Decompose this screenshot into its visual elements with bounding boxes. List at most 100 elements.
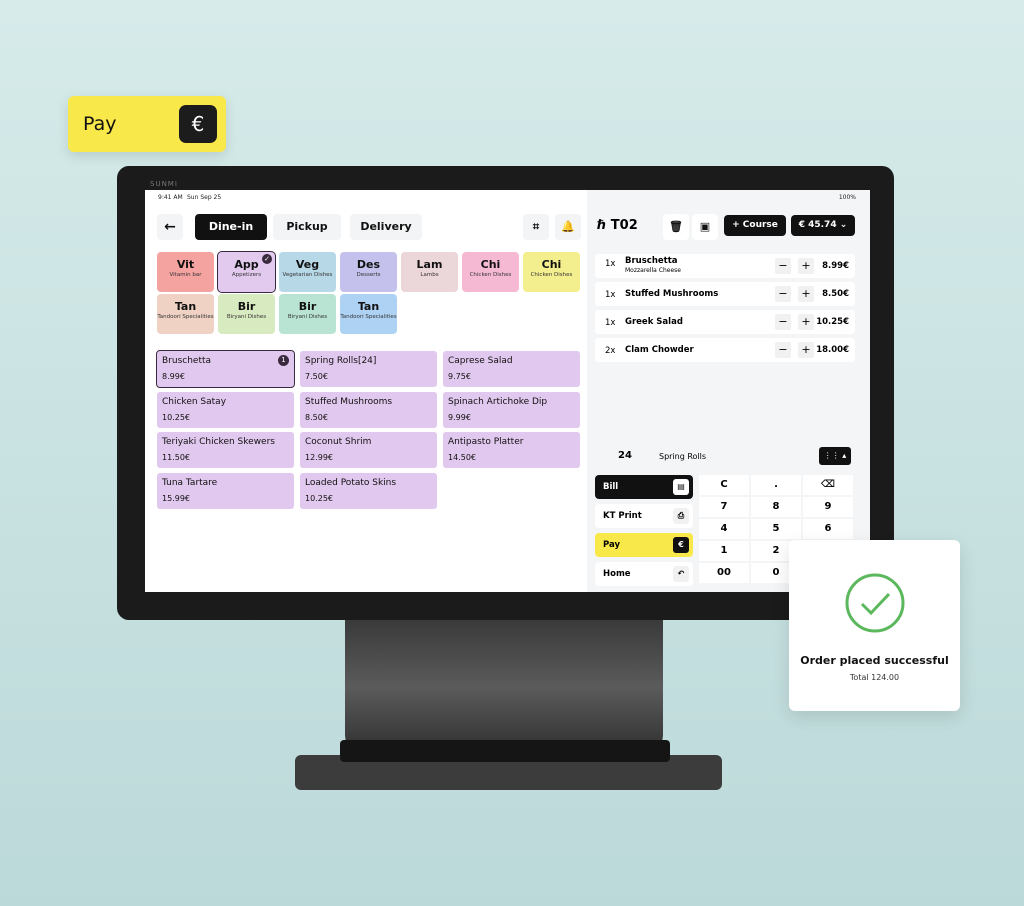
- keypad-key[interactable]: ⌫: [803, 475, 853, 495]
- category-name: Appetizers: [231, 272, 262, 278]
- increase-button[interactable]: +: [798, 258, 814, 274]
- menu-item-name: Bruschetta: [162, 356, 212, 366]
- category-tile[interactable]: Tan Tandoori Specialities: [340, 294, 397, 334]
- keypad-key[interactable]: 9: [803, 497, 853, 517]
- action-label: Bill: [603, 482, 619, 492]
- menu-item[interactable]: Coconut Shrim 12.99€: [300, 432, 437, 468]
- line-name: Clam Chowder: [625, 345, 694, 355]
- category-abbr: Tan: [357, 300, 380, 313]
- category-name: Tandoori Specialities: [157, 314, 214, 320]
- decrease-button[interactable]: −: [775, 286, 791, 302]
- increase-button[interactable]: +: [798, 342, 814, 358]
- increase-button[interactable]: +: [798, 314, 814, 330]
- menu-item[interactable]: Caprese Salad 9.75€: [443, 351, 580, 387]
- increase-button[interactable]: +: [798, 286, 814, 302]
- decrease-button[interactable]: −: [775, 314, 791, 330]
- menu-item[interactable]: Antipasto Platter 14.50€: [443, 432, 580, 468]
- category-name: Chicken Dishes: [469, 272, 512, 278]
- back-button[interactable]: ←: [157, 214, 183, 240]
- decrease-button[interactable]: −: [775, 258, 791, 274]
- order-line[interactable]: 2x Clam Chowder − +18.00€: [595, 338, 855, 362]
- line-qty: 1x: [605, 318, 616, 328]
- category-name: Vitamin bar: [169, 272, 202, 278]
- menu-item-name: Spring Rolls[24]: [305, 356, 377, 366]
- menu-item-name: Tuna Tartare: [162, 477, 218, 488]
- keypad-key[interactable]: 7: [699, 497, 749, 517]
- category-tile[interactable]: App Appetizers ✓: [217, 251, 276, 293]
- quantity-input[interactable]: 24: [599, 446, 651, 466]
- category-tile[interactable]: Chi Chicken Dishes: [462, 252, 519, 292]
- decrease-button[interactable]: −: [775, 342, 791, 358]
- keypad-key[interactable]: 1: [699, 541, 749, 561]
- status-time: 9:41 AM: [158, 194, 183, 201]
- menu-item[interactable]: Chicken Satay 10.25€: [157, 391, 294, 428]
- category-tile[interactable]: Des Desserts: [340, 252, 397, 292]
- item-count-badge: 1: [278, 355, 289, 366]
- category-abbr: Chi: [480, 258, 501, 271]
- pos-screen: 9:41 AM Sun Sep 25 ← Dine-in Pickup Delive…: [145, 190, 870, 592]
- line-price: 10.25€: [816, 317, 849, 327]
- add-course-button[interactable]: + Course: [724, 215, 786, 236]
- order-line[interactable]: 1x Bruschetta Mozzarella Cheese − +8.99€: [595, 254, 855, 278]
- category-tile[interactable]: Lam Lambs: [401, 252, 458, 292]
- menu-item-name: Antipasto Platter: [448, 437, 524, 447]
- home-button[interactable]: Home ↶: [595, 562, 693, 586]
- keypad-key[interactable]: 6: [803, 519, 853, 539]
- order-line[interactable]: 1x Greek Salad − +10.25€: [595, 310, 855, 334]
- menu-item[interactable]: Spring Rolls[24] 7.50€: [300, 351, 437, 387]
- menu-item-price: 8.50€: [305, 412, 328, 422]
- line-note: Mozzarella Cheese: [625, 267, 681, 274]
- menu-item[interactable]: Loaded Potato Skins 10.25€: [300, 472, 437, 509]
- menu-item[interactable]: Spinach Artichoke Dip 9.99€: [443, 391, 580, 428]
- menu-item[interactable]: Stuffed Mushrooms 8.50€: [300, 391, 437, 428]
- order-line[interactable]: 1x Stuffed Mushrooms − +8.50€: [595, 282, 855, 306]
- customer-card-button[interactable]: ▣: [692, 214, 718, 240]
- line-price: 18.00€: [816, 345, 849, 355]
- category-name: Desserts: [356, 272, 381, 278]
- tab-pickup[interactable]: Pickup: [273, 214, 341, 240]
- euro-icon: €: [673, 537, 689, 553]
- category-abbr: Veg: [295, 258, 320, 271]
- success-total: Total 124.00: [849, 673, 900, 682]
- battery-status: 100%: [838, 194, 856, 201]
- category-tile[interactable]: Bir Biryani Dishes: [218, 294, 275, 334]
- table-icon: ℏ: [597, 218, 611, 233]
- menu-item[interactable]: Bruschetta 8.99€ 1: [156, 350, 295, 388]
- line-qty: 2x: [605, 346, 616, 356]
- order-panel: 100% ℏ T02 🗑 ▣ + Course € 45.74 ⌄ 1x Brus…: [587, 190, 870, 592]
- menu-item-price: 7.50€: [305, 372, 328, 381]
- category-name: Tandoori Specialities: [340, 314, 397, 320]
- kt-print-button[interactable]: KT Print ⎙: [595, 504, 693, 528]
- keypad-toggle-button[interactable]: ⋮⋮ ▴: [819, 447, 851, 465]
- clear-order-button[interactable]: 🗑: [663, 214, 689, 240]
- menu-item[interactable]: Teriyaki Chicken Skewers 11.50€: [157, 432, 294, 468]
- stand-plate: [340, 740, 670, 762]
- keypad-key[interactable]: C: [699, 475, 749, 495]
- menu-item-price: 12.99€: [305, 453, 333, 462]
- category-tile[interactable]: Chi Chicken Dishes: [523, 252, 580, 292]
- qr-scan-button[interactable]: ⌗: [523, 214, 549, 240]
- menu-item-price: 14.50€: [448, 453, 476, 462]
- keypad-key[interactable]: 4: [699, 519, 749, 539]
- category-tile[interactable]: Tan Tandoori Specialities: [157, 294, 214, 334]
- line-price: 8.50€: [822, 289, 849, 299]
- menu-item-price: 11.50€: [162, 453, 190, 462]
- category-tile[interactable]: Veg Vegetarian Dishes: [279, 252, 336, 292]
- pay-badge[interactable]: Pay €: [68, 96, 226, 152]
- bill-button[interactable]: Bill ▤: [595, 475, 693, 499]
- category-tile[interactable]: Vit Vitamin bar: [157, 252, 214, 292]
- keypad-key[interactable]: 8: [751, 497, 801, 517]
- notification-bell-button[interactable]: 🔔: [555, 214, 581, 240]
- menu-item[interactable]: Tuna Tartare 15.99€: [157, 472, 294, 509]
- euro-icon: €: [179, 105, 217, 143]
- keypad-key[interactable]: 5: [751, 519, 801, 539]
- tab-dine-in[interactable]: Dine-in: [195, 214, 267, 240]
- line-price: 8.99€: [822, 261, 849, 271]
- keypad-key[interactable]: 00: [699, 563, 749, 583]
- order-success-card: Order placed successful Total 124.00: [789, 540, 960, 711]
- tab-delivery[interactable]: Delivery: [350, 214, 422, 240]
- total-dropdown[interactable]: € 45.74 ⌄: [791, 215, 855, 236]
- category-tile[interactable]: Bir Biryani Dishes: [279, 294, 336, 334]
- pay-button[interactable]: Pay €: [595, 533, 693, 557]
- keypad-key[interactable]: .: [751, 475, 801, 495]
